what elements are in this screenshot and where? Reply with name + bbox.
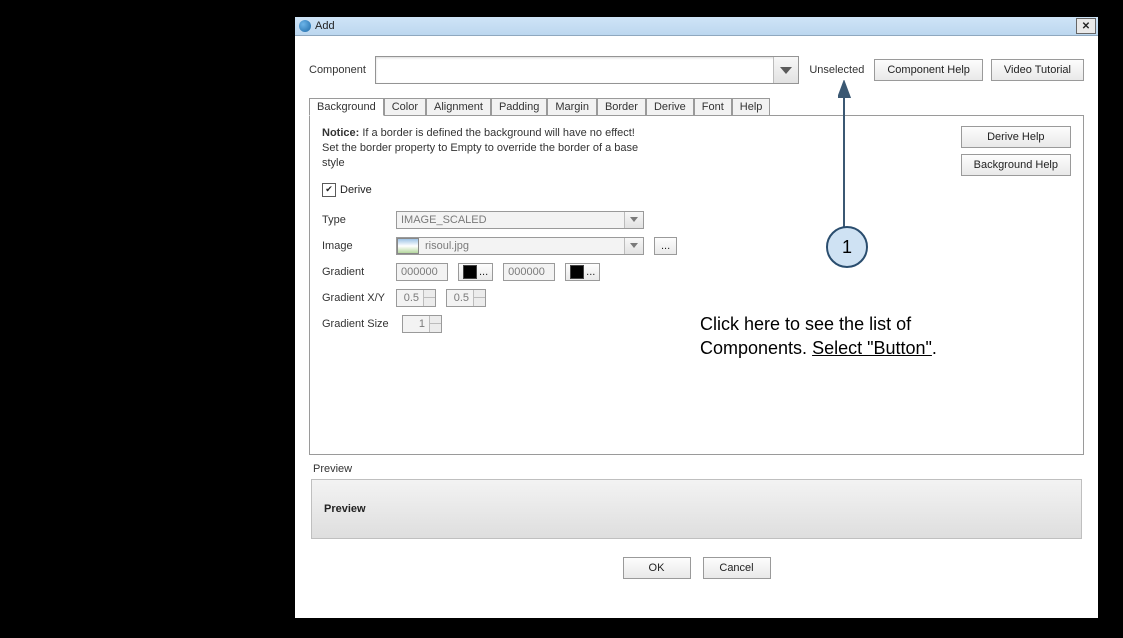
cancel-button[interactable]: Cancel [703,557,771,579]
gradient-y-spinner[interactable]: 0.5 [446,289,486,307]
chevron-down-icon [630,243,638,248]
gradient-b-swatch-button[interactable]: ... [565,263,600,281]
spinner-icon [429,316,441,332]
gradient-a-field[interactable]: 000000 [396,263,448,281]
derive-help-button[interactable]: Derive Help [961,126,1071,148]
video-tutorial-button[interactable]: Video Tutorial [991,59,1084,81]
image-label: Image [322,240,386,252]
image-select[interactable]: risoul.jpg [396,237,644,255]
preview-content: Preview [324,503,366,515]
chevron-down-icon [780,67,792,74]
gradient-x-spinner[interactable]: 0.5 [396,289,436,307]
color-swatch-icon [570,265,584,279]
image-dropdown-button[interactable] [624,238,643,254]
dialog-buttons: OK Cancel [309,557,1084,579]
window-title: Add [315,20,1076,32]
tab-alignment[interactable]: Alignment [426,98,491,115]
component-row: Component Unselected Component Help Vide… [309,56,1084,84]
tab-padding[interactable]: Padding [491,98,547,115]
unselected-label: Unselected [807,64,866,76]
gradient-row: Gradient 000000 ... 000000 ... [322,263,1071,281]
tab-color[interactable]: Color [384,98,426,115]
gradient-xy-label: Gradient X/Y [322,292,386,304]
component-value [376,57,773,83]
gradient-size-spinner[interactable]: 1 [402,315,442,333]
preview-area: Preview [311,479,1082,539]
gradient-size-label: Gradient Size [322,318,392,330]
close-icon: ✕ [1082,21,1090,32]
gradient-b-field[interactable]: 000000 [503,263,555,281]
tab-border[interactable]: Border [597,98,646,115]
spinner-icon [423,290,435,306]
gradient-xy-row: Gradient X/Y 0.5 0.5 [322,289,1071,307]
close-button[interactable]: ✕ [1076,18,1096,34]
spinner-icon [473,290,485,306]
annotation-number: 1 [842,237,852,258]
tab-help[interactable]: Help [732,98,771,115]
annotation-marker: 1 [826,226,868,268]
app-icon [299,20,311,32]
type-label: Type [322,214,386,226]
panel-right-buttons: Derive Help Background Help [961,126,1071,176]
type-select[interactable]: IMAGE_SCALED [396,211,644,229]
background-help-button[interactable]: Background Help [961,154,1071,176]
derive-checkbox-label: Derive [340,184,372,196]
tab-font[interactable]: Font [694,98,732,115]
tabs: Background Color Alignment Padding Margi… [309,98,1084,115]
ok-button[interactable]: OK [623,557,691,579]
image-browse-button[interactable]: ... [654,237,677,255]
background-panel: Derive Help Background Help Notice: If a… [309,115,1084,455]
type-dropdown-button[interactable] [624,212,643,228]
annotation-text: Click here to see the list of Components… [700,312,1030,361]
preview-label: Preview [313,463,1080,475]
gradient-a-swatch-button[interactable]: ... [458,263,493,281]
chevron-down-icon [630,217,638,222]
dialog-body: Component Unselected Component Help Vide… [295,36,1098,579]
derive-checkbox-row: ✔ Derive [322,183,1071,197]
component-label: Component [309,64,367,76]
derive-checkbox[interactable]: ✔ [322,183,336,197]
component-dropdown-button[interactable] [773,57,798,83]
notice-text: Notice: If a border is defined the backg… [322,126,652,171]
tab-background[interactable]: Background [309,98,384,116]
gradient-label: Gradient [322,266,386,278]
color-swatch-icon [463,265,477,279]
type-row: Type IMAGE_SCALED [322,211,1071,229]
tab-derive[interactable]: Derive [646,98,694,115]
image-row: Image risoul.jpg ... [322,237,1071,255]
component-combobox[interactable] [375,56,799,84]
titlebar: Add ✕ [295,17,1098,36]
notice-label: Notice: [322,127,359,139]
tab-margin[interactable]: Margin [547,98,597,115]
image-thumbnail [397,238,419,254]
component-help-button[interactable]: Component Help [874,59,983,81]
